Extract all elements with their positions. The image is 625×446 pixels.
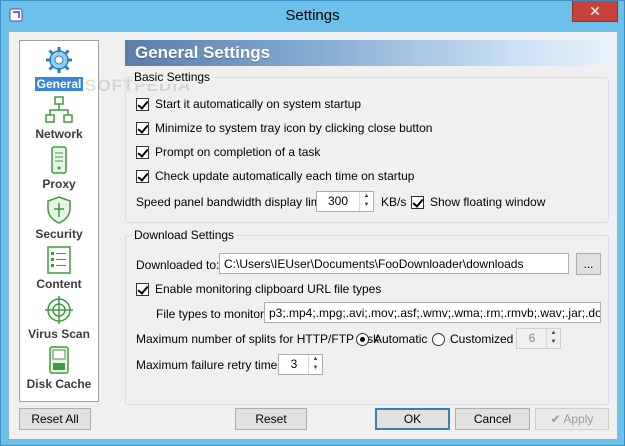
spinner-up-icon[interactable]: ▲	[360, 192, 373, 201]
startup-checkbox[interactable]	[136, 97, 149, 111]
splits-automatic-label: Automatic	[374, 332, 428, 346]
basic-settings-group: Basic Settings Start it automatically on…	[125, 70, 609, 223]
max-splits-label: Maximum number of splits for HTTP/FTP ta…	[136, 332, 380, 346]
sidebar-item-proxy[interactable]: Proxy	[20, 145, 98, 195]
splits-customized-option[interactable]: Customized	[432, 331, 513, 347]
reset-button[interactable]: Reset	[235, 408, 307, 430]
minimize-option[interactable]: Minimize to system tray icon by clicking…	[136, 120, 432, 136]
window-title: Settings	[285, 7, 340, 24]
floating-window-checkbox[interactable]	[411, 195, 424, 209]
update-label: Check update automatically each time on …	[155, 169, 415, 183]
splits-arrows[interactable]: ▲ ▼	[546, 329, 560, 348]
sidebar-item-label: Network	[35, 127, 83, 141]
startup-option[interactable]: Start it automatically on system startup	[136, 96, 361, 112]
apply-button[interactable]: ✔ Apply	[535, 408, 609, 430]
group-legend: Basic Settings	[132, 70, 213, 84]
content-list-icon	[47, 246, 71, 274]
startup-label: Start it automatically on system startup	[155, 97, 362, 111]
spinner-down-icon[interactable]: ▼	[309, 364, 322, 373]
minimize-checkbox[interactable]	[136, 121, 149, 135]
spinner-down-icon[interactable]: ▼	[547, 338, 560, 347]
browse-button[interactable]: ...	[576, 253, 601, 275]
ok-button[interactable]: OK	[375, 408, 450, 430]
reset-all-button[interactable]: Reset All	[19, 408, 91, 430]
apply-label: Apply	[563, 412, 594, 426]
spinner-up-icon[interactable]: ▲	[309, 355, 322, 364]
spinner-up-icon[interactable]: ▲	[547, 329, 560, 338]
floating-window-option[interactable]: Show floating window	[411, 194, 545, 210]
close-button[interactable]: ✕	[572, 1, 618, 22]
sidebar-item-label: Proxy	[42, 177, 76, 191]
cancel-button[interactable]: Cancel	[455, 408, 530, 430]
shield-icon	[47, 196, 71, 224]
sidebar-item-label: General	[34, 77, 84, 91]
gear-icon	[46, 47, 72, 73]
file-types-field[interactable]: p3;.mp4;.mpg;.avi;.mov;.asf;.wmv;.wma;.r…	[264, 302, 601, 323]
proxy-server-icon	[51, 146, 67, 174]
network-icon	[45, 96, 73, 123]
sidebar-item-label: Security	[35, 227, 83, 241]
sidebar-item-virus-scan[interactable]: Virus Scan	[20, 295, 98, 345]
sidebar-item-general[interactable]: General	[20, 45, 98, 95]
retry-times-arrows[interactable]: ▲ ▼	[308, 355, 322, 374]
monitor-clipboard-label: Enable monitoring clipboard URL file typ…	[155, 282, 382, 296]
page-title: General Settings	[125, 40, 609, 66]
downloaded-to-label: Downloaded to:	[136, 258, 220, 272]
retry-times-spinner[interactable]: 3 ▲ ▼	[278, 354, 323, 375]
group-legend: Download Settings	[132, 228, 237, 242]
speed-unit-label: KB/s	[381, 195, 407, 209]
retry-times-label: Maximum failure retry times:	[136, 358, 287, 372]
download-folder-field[interactable]: C:\Users\IEUser\Documents\FooDownloader\…	[219, 253, 569, 274]
splits-spinner[interactable]: 6 ▲ ▼	[516, 328, 561, 349]
spinner-down-icon[interactable]: ▼	[360, 201, 373, 210]
speed-limit-value: 300	[327, 194, 349, 208]
crosshair-scan-icon	[45, 296, 73, 324]
settings-window: Settings ✕ General Network Proxy Securit…	[0, 0, 625, 446]
prompt-checkbox[interactable]	[136, 145, 149, 159]
prompt-label: Prompt on completion of a task	[155, 145, 321, 159]
sidebar-item-network[interactable]: Network	[20, 95, 98, 145]
splits-automatic-option[interactable]: Automatic	[356, 331, 427, 347]
monitor-clipboard-checkbox[interactable]	[136, 282, 149, 296]
speed-limit-spinner[interactable]: 300 ▲ ▼	[316, 191, 374, 212]
splits-customized-radio[interactable]	[432, 332, 445, 346]
file-types-label: File types to monitor:	[156, 307, 268, 321]
update-option[interactable]: Check update automatically each time on …	[136, 168, 414, 184]
splits-value: 6	[528, 331, 536, 345]
sidebar-item-label: Disk Cache	[26, 377, 92, 391]
retry-times-value: 3	[290, 357, 298, 371]
checkmark-icon: ✔	[550, 412, 561, 426]
sidebar-item-content[interactable]: Content	[20, 245, 98, 295]
minimize-label: Minimize to system tray icon by clicking…	[155, 121, 433, 135]
update-checkbox[interactable]	[136, 169, 149, 183]
splits-automatic-radio[interactable]	[356, 332, 369, 346]
sidebar-item-label: Content	[36, 277, 82, 291]
sidebar-item-label: Virus Scan	[28, 327, 90, 341]
sidebar-item-disk-cache[interactable]: Disk Cache	[20, 345, 98, 395]
sidebar-item-security[interactable]: Security	[20, 195, 98, 245]
disk-cache-icon	[49, 346, 69, 374]
monitor-clipboard-option[interactable]: Enable monitoring clipboard URL file typ…	[136, 281, 381, 297]
splits-customized-label: Customized	[450, 332, 514, 346]
download-settings-group: Download Settings Downloaded to: C:\User…	[125, 228, 609, 405]
settings-sidebar: General Network Proxy Security Content V…	[19, 40, 99, 402]
floating-window-label: Show floating window	[430, 195, 546, 209]
prompt-option[interactable]: Prompt on completion of a task	[136, 144, 320, 160]
settings-client-area: General Network Proxy Security Content V…	[8, 31, 618, 440]
speed-limit-arrows[interactable]: ▲ ▼	[359, 192, 373, 211]
title-bar[interactable]: Settings ✕	[1, 1, 624, 31]
speed-limit-label: Speed panel bandwidth display limit:	[136, 195, 331, 209]
